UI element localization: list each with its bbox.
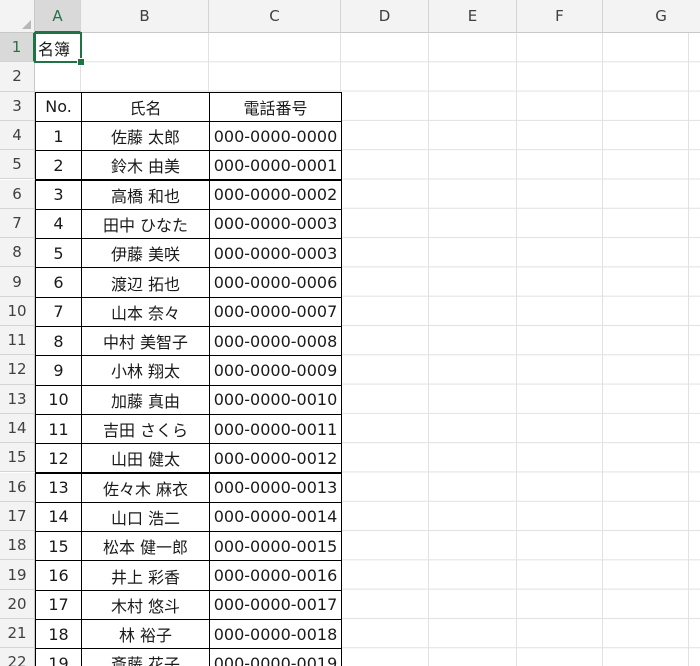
- record-phone-cell[interactable]: 000-0000-0003: [209, 208, 342, 240]
- row-header-3[interactable]: 3: [0, 91, 35, 121]
- record-name-cell[interactable]: 松本 健一郎: [81, 531, 210, 562]
- column-header-b[interactable]: B: [81, 0, 209, 33]
- record-phone-cell[interactable]: 000-0000-0006: [209, 267, 342, 298]
- record-name-cell[interactable]: 鈴木 由美: [81, 150, 210, 181]
- record-phone-cell[interactable]: 000-0000-0017: [209, 589, 342, 620]
- column-header-d[interactable]: D: [341, 0, 429, 33]
- row-header-4[interactable]: 4: [0, 120, 35, 151]
- record-name-cell[interactable]: 吉田 さくら: [81, 413, 210, 445]
- header-cell-phone[interactable]: 電話番号: [209, 91, 342, 122]
- record-no-cell[interactable]: 2: [35, 150, 82, 181]
- record-no-cell[interactable]: 6: [35, 267, 82, 298]
- row-header-13[interactable]: 13: [0, 384, 35, 414]
- record-phone-cell[interactable]: 000-0000-0003: [209, 238, 342, 269]
- record-phone-cell[interactable]: 000-0000-0009: [209, 355, 342, 386]
- record-name-cell[interactable]: 林 裕子: [81, 619, 210, 650]
- record-phone-cell[interactable]: 000-0000-0008: [209, 326, 342, 357]
- row-header-22[interactable]: 22: [0, 648, 35, 666]
- record-no-cell[interactable]: 8: [35, 326, 82, 357]
- record-phone-cell[interactable]: 000-0000-0011: [209, 413, 342, 445]
- record-no-cell[interactable]: 15: [35, 531, 82, 562]
- record-no-cell[interactable]: 19: [35, 648, 82, 666]
- record-name-cell[interactable]: 高橋 和也: [81, 179, 210, 210]
- record-no-cell[interactable]: 12: [35, 443, 82, 474]
- record-no-cell[interactable]: 9: [35, 355, 82, 386]
- record-no-cell[interactable]: 14: [35, 501, 82, 533]
- record-no-cell[interactable]: 13: [35, 472, 82, 503]
- row-header-16[interactable]: 16: [0, 472, 35, 502]
- record-name-cell[interactable]: 井上 彩香: [81, 560, 210, 591]
- record-phone-cell[interactable]: 000-0000-0018: [209, 619, 342, 650]
- record-no-cell[interactable]: 10: [35, 384, 82, 415]
- record-phone-cell[interactable]: 000-0000-0001: [209, 150, 342, 181]
- record-name-cell[interactable]: 佐々木 麻衣: [81, 472, 210, 503]
- fill-handle[interactable]: [77, 58, 85, 67]
- column-header-f[interactable]: F: [517, 0, 603, 33]
- column-header-e[interactable]: E: [429, 0, 517, 33]
- row-header-8[interactable]: 8: [0, 238, 35, 268]
- record-name-cell[interactable]: 渡辺 拓也: [81, 267, 210, 298]
- row-header-15[interactable]: 15: [0, 443, 35, 473]
- record-no-cell[interactable]: 11: [35, 413, 82, 445]
- record-phone-cell[interactable]: 000-0000-0012: [209, 443, 342, 474]
- record-name-cell[interactable]: 中村 美智子: [81, 326, 210, 357]
- record-no-cell[interactable]: 18: [35, 619, 82, 650]
- record-name-cell[interactable]: 田中 ひなた: [81, 208, 210, 240]
- record-no-cell[interactable]: 4: [35, 208, 82, 240]
- record-name-cell[interactable]: 伊藤 美咲: [81, 238, 210, 269]
- record-name-cell[interactable]: 木村 悠斗: [81, 589, 210, 620]
- record-phone-cell[interactable]: 000-0000-0007: [209, 296, 342, 327]
- row-header-2[interactable]: 2: [0, 62, 35, 92]
- select-all-triangle-icon: [22, 20, 31, 29]
- record-phone-cell[interactable]: 000-0000-0010: [209, 384, 342, 415]
- row-header-14[interactable]: 14: [0, 413, 35, 444]
- row-header-20[interactable]: 20: [0, 589, 35, 619]
- row-header-1[interactable]: 1: [0, 33, 35, 63]
- row-header-9[interactable]: 9: [0, 267, 35, 297]
- row-header-11[interactable]: 11: [0, 326, 35, 356]
- spreadsheet-grid: ABCDEFG 1 2 3 4 5 6 7 8 9 10 11 12 13 14 15 16 17 18 19 20 2…: [0, 0, 700, 666]
- header-cell-name[interactable]: 氏名: [81, 91, 210, 122]
- record-phone-cell[interactable]: 000-0000-0016: [209, 560, 342, 591]
- row-header-6[interactable]: 6: [0, 179, 35, 209]
- row-header-10[interactable]: 10: [0, 296, 35, 326]
- column-header-c[interactable]: C: [209, 0, 341, 33]
- row-header-19[interactable]: 19: [0, 560, 35, 590]
- record-name-cell[interactable]: 斎藤 花子: [81, 648, 210, 666]
- row-header-5[interactable]: 5: [0, 150, 35, 180]
- column-header-a[interactable]: A: [35, 0, 81, 33]
- record-phone-cell[interactable]: 000-0000-0015: [209, 531, 342, 562]
- record-name-cell[interactable]: 山本 奈々: [81, 296, 210, 327]
- header-cell-no[interactable]: No.: [35, 91, 82, 122]
- record-no-cell[interactable]: 17: [35, 589, 82, 620]
- record-no-cell[interactable]: 16: [35, 560, 82, 591]
- record-no-cell[interactable]: 1: [35, 120, 82, 152]
- record-name-cell[interactable]: 山口 浩二: [81, 501, 210, 533]
- record-no-cell[interactable]: 7: [35, 296, 82, 327]
- record-phone-cell[interactable]: 000-0000-0014: [209, 501, 342, 533]
- row-header-17[interactable]: 17: [0, 501, 35, 532]
- row-header-21[interactable]: 21: [0, 619, 35, 649]
- cell-a1-title[interactable]: 名簿: [35, 33, 81, 62]
- record-name-cell[interactable]: 山田 健太: [81, 443, 210, 474]
- record-name-cell[interactable]: 加藤 真由: [81, 384, 210, 415]
- row-header-7[interactable]: 7: [0, 208, 35, 239]
- record-phone-cell[interactable]: 000-0000-0013: [209, 472, 342, 503]
- record-name-cell[interactable]: 小林 翔太: [81, 355, 210, 386]
- row-header-12[interactable]: 12: [0, 355, 35, 385]
- record-phone-cell[interactable]: 000-0000-0019: [209, 648, 342, 666]
- record-no-cell[interactable]: 3: [35, 179, 82, 210]
- record-name-cell[interactable]: 佐藤 太郎: [81, 120, 210, 152]
- record-phone-cell[interactable]: 000-0000-0000: [209, 120, 342, 152]
- column-header-g[interactable]: G: [603, 0, 700, 33]
- record-phone-cell[interactable]: 000-0000-0002: [209, 179, 342, 210]
- select-all-button[interactable]: [0, 0, 35, 33]
- row-header-18[interactable]: 18: [0, 531, 35, 561]
- record-no-cell[interactable]: 5: [35, 238, 82, 269]
